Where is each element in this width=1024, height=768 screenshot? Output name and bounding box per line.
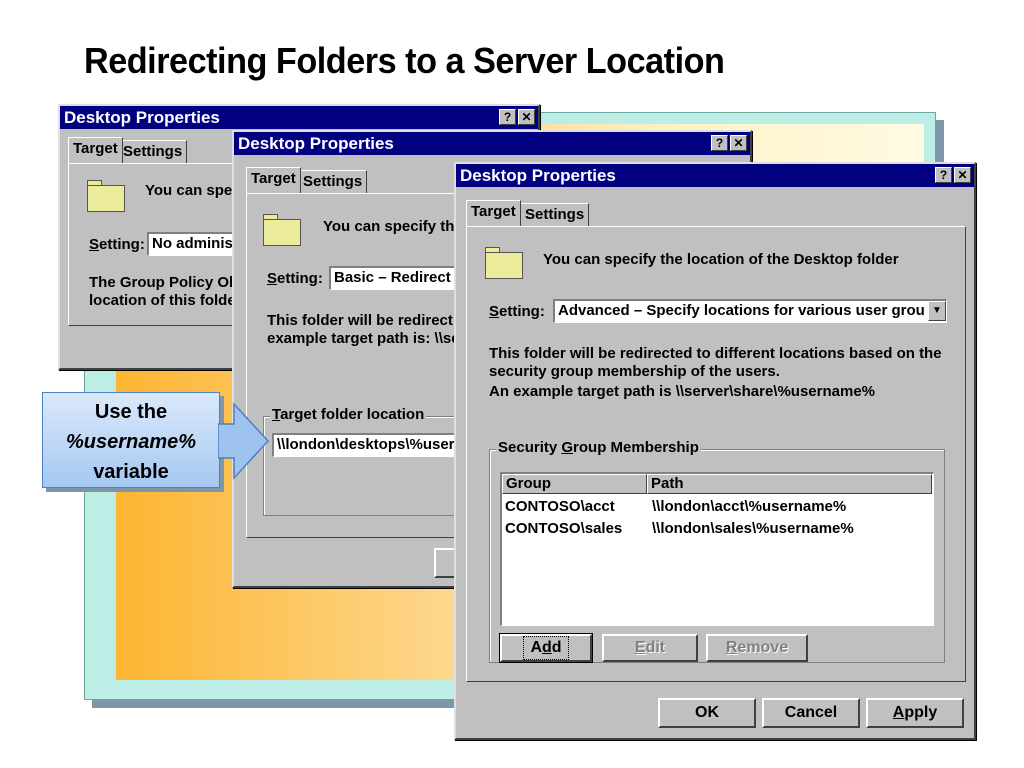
tab-settings[interactable]: Settings bbox=[298, 170, 368, 194]
edit-button[interactable]: Edit bbox=[602, 634, 698, 662]
path-cell: \\london\acct\%username% bbox=[652, 498, 847, 515]
target-folder-legend: Target folder location bbox=[270, 406, 427, 423]
button-text: emove bbox=[737, 639, 789, 656]
tab-target[interactable]: Target bbox=[246, 167, 301, 193]
accel-key: S bbox=[489, 303, 500, 320]
folder-icon bbox=[263, 214, 301, 246]
tab-target-label: Target bbox=[471, 203, 516, 220]
dialog-back-title: Desktop Properties bbox=[64, 108, 220, 127]
button-text: A bbox=[530, 639, 542, 656]
setting-dropdown[interactable]: Advanced – Specify locations for various… bbox=[553, 299, 947, 323]
dialog-front-titlebar: Desktop Properties ? ✕ bbox=[456, 164, 974, 187]
close-icon[interactable]: ✕ bbox=[518, 109, 535, 125]
apply-button[interactable]: Apply bbox=[866, 698, 964, 728]
folder-icon bbox=[87, 180, 125, 212]
column-header-path[interactable]: Path bbox=[647, 474, 932, 494]
dialog-middle-titlebar: Desktop Properties ? ✕ bbox=[234, 132, 750, 155]
column-header-group[interactable]: Group bbox=[502, 474, 647, 494]
legend-text: Security bbox=[498, 439, 562, 456]
list-item[interactable]: CONTOSO\acct \\london\acct\%username% bbox=[502, 496, 933, 518]
ok-button[interactable]: OK bbox=[658, 698, 756, 728]
dropdown-arrow-icon[interactable]: ▼ bbox=[928, 301, 946, 321]
tab-target[interactable]: Target bbox=[68, 137, 123, 163]
info-line-2: security group membership of the users. bbox=[489, 363, 780, 380]
help-icon[interactable]: ? bbox=[711, 135, 728, 151]
tab-settings-label: Settings bbox=[123, 143, 183, 160]
tab-settings-label: Settings bbox=[525, 206, 585, 223]
setting-label: Setting: bbox=[267, 270, 323, 287]
add-button[interactable]: Add bbox=[499, 633, 593, 663]
accel-key: d bbox=[542, 639, 552, 656]
cancel-button[interactable]: Cancel bbox=[762, 698, 860, 728]
callout-box: Use the %username% variable bbox=[42, 392, 220, 488]
dialog-front-panel: You can specify the location of the Desk… bbox=[466, 226, 966, 682]
info-line-1: The Group Policy Ol bbox=[89, 274, 234, 291]
accel-key: R bbox=[725, 639, 738, 656]
description-text: You can specify the location of the Desk… bbox=[543, 251, 899, 268]
label-text: etting: bbox=[99, 236, 145, 253]
security-group-legend: Security Group Membership bbox=[496, 439, 701, 456]
dialog-middle-title: Desktop Properties bbox=[238, 134, 394, 153]
button-text: dit bbox=[645, 639, 666, 656]
group-path-listview[interactable]: Group Path CONTOSO\acct \\london\acct\%u… bbox=[500, 472, 934, 626]
accel-key: G bbox=[561, 439, 574, 456]
tab-settings[interactable]: Settings bbox=[520, 203, 590, 227]
label-text: etting: bbox=[277, 270, 323, 287]
group-cell: CONTOSO\sales bbox=[505, 520, 623, 537]
accel-key: E bbox=[634, 639, 646, 656]
callout-arrow-icon bbox=[218, 402, 270, 480]
legend-text: arget folder location bbox=[280, 406, 425, 423]
tab-target-label: Target bbox=[73, 140, 118, 157]
legend-text: roup Membership bbox=[573, 439, 699, 456]
setting-label: Setting: bbox=[489, 303, 545, 320]
dialog-back-titlebar: Desktop Properties ? ✕ bbox=[60, 106, 538, 129]
close-icon[interactable]: ✕ bbox=[730, 135, 747, 151]
callout-line-1: Use the bbox=[94, 401, 168, 423]
accel-key: T bbox=[272, 406, 281, 423]
label-text: etting: bbox=[499, 303, 545, 320]
info-line-1: This folder will be redirected to differ… bbox=[489, 345, 942, 362]
setting-label: Setting: bbox=[89, 236, 145, 253]
description-text: You can spec bbox=[145, 182, 241, 199]
list-item[interactable]: CONTOSO\sales \\london\sales\%username% bbox=[502, 518, 933, 540]
tab-target[interactable]: Target bbox=[466, 200, 521, 226]
tab-target-label: Target bbox=[251, 170, 296, 187]
remove-button[interactable]: Remove bbox=[706, 634, 808, 662]
folder-icon bbox=[485, 247, 523, 279]
security-group-groupbox: Security Group Membership Group Path CON… bbox=[489, 439, 945, 663]
info-line-3: An example target path is \\server\share… bbox=[489, 383, 876, 400]
help-icon[interactable]: ? bbox=[935, 167, 952, 183]
tab-settings-label: Settings bbox=[303, 173, 363, 190]
description-text: You can specify th bbox=[323, 218, 455, 235]
focus-rect: Add bbox=[523, 636, 569, 660]
dialog-front-title: Desktop Properties bbox=[460, 166, 616, 185]
path-cell: \\london\sales\%username% bbox=[652, 520, 854, 537]
callout-line-3: variable bbox=[93, 461, 169, 483]
button-text: pply bbox=[904, 704, 938, 721]
accel-key: A bbox=[892, 704, 905, 721]
accel-key: S bbox=[89, 236, 100, 253]
setting-value: Advanced – Specify locations for various… bbox=[558, 302, 925, 319]
callout-line-2: %username% bbox=[65, 431, 197, 453]
help-icon[interactable]: ? bbox=[499, 109, 516, 125]
info-line-2: example target path is: \\se bbox=[267, 330, 460, 347]
group-cell: CONTOSO\acct bbox=[505, 498, 615, 515]
close-icon[interactable]: ✕ bbox=[954, 167, 971, 183]
info-line-2: location of this folde bbox=[89, 292, 236, 309]
slide-title: Redirecting Folders to a Server Location bbox=[84, 40, 725, 81]
info-line-1: This folder will be redirect bbox=[267, 312, 453, 329]
button-text: d bbox=[551, 639, 562, 656]
tab-settings[interactable]: Settings bbox=[118, 140, 188, 164]
accel-key: S bbox=[267, 270, 278, 287]
dialog-front: Desktop Properties ? ✕ Target Settings Y… bbox=[454, 162, 976, 740]
